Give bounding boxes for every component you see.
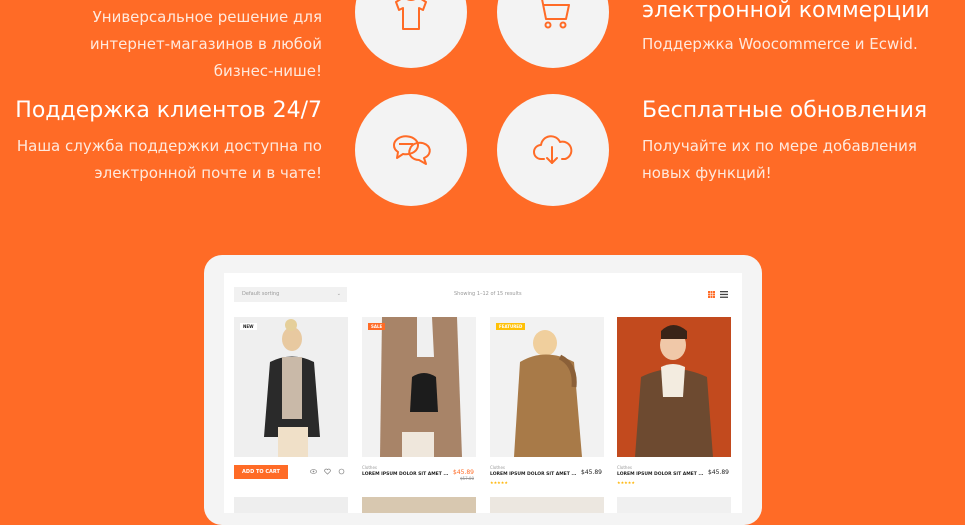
chevron-down-icon: ⌄ <box>336 291 341 297</box>
feature-universal-circle <box>355 0 467 68</box>
product-card[interactable]: SALE Clothes LOREM IPSUM DOLOR SIT AMET … <box>362 317 476 481</box>
product-card[interactable]: FEATURED Clothes LOREM IPSUM DOLOR SIT A… <box>490 317 604 485</box>
product-card-row2 <box>617 497 731 513</box>
product-card-row2 <box>234 497 348 513</box>
product-image[interactable] <box>617 317 731 457</box>
tshirt-icon <box>395 0 427 30</box>
feature-support-text: Поддержка клиентов 24/7 Наша служба подд… <box>15 98 322 187</box>
feature-updates-circle <box>497 94 609 206</box>
product-image[interactable]: FEATURED <box>490 317 604 457</box>
product-old-price: $57.00 <box>460 476 474 481</box>
product-image[interactable]: SALE <box>362 317 476 457</box>
product-image[interactable]: NEW <box>234 317 348 457</box>
list-view-icon[interactable] <box>720 291 728 298</box>
feature-updates-desc: Получайте их по мере добавления новых фу… <box>642 137 917 182</box>
product-badge: FEATURED <box>496 323 526 330</box>
feature-ecommerce-title: электронной коммерции <box>642 0 930 23</box>
feature-updates-text: Бесплатные обновления Получайте их по ме… <box>642 98 927 187</box>
product-photo <box>380 317 462 457</box>
product-card-row2 <box>362 497 476 513</box>
feature-support-desc: Наша служба поддержки доступна по электр… <box>16 137 322 182</box>
shop-screen: Default sorting ⌄ Showing 1–12 of 15 res… <box>224 273 742 513</box>
feature-ecommerce-text: электронной коммерции Поддержка Woocomme… <box>642 0 930 58</box>
product-photo <box>264 319 320 457</box>
eye-icon[interactable] <box>310 468 317 475</box>
product-badge: SALE <box>368 323 386 330</box>
feature-support-circle <box>355 94 467 206</box>
sort-select[interactable]: Default sorting ⌄ <box>234 287 347 302</box>
chat-bubbles-icon <box>393 135 431 165</box>
product-price: $45.89 $57.00 <box>453 469 474 481</box>
cloud-download-icon <box>533 135 573 164</box>
product-badge: NEW <box>240 323 257 330</box>
product-rating: ★★★★★ <box>490 480 508 485</box>
add-to-cart-button[interactable]: ADD TO CART <box>234 465 288 479</box>
product-rating: ★★★★★ <box>617 480 635 485</box>
product-card[interactable]: NEW <box>234 317 348 457</box>
compare-icon[interactable] <box>338 468 345 475</box>
feature-ecommerce-desc: Поддержка Woocommerce и Ecwid. <box>642 35 918 53</box>
grid-view-icon[interactable] <box>708 291 715 298</box>
product-card[interactable]: Clothes LOREM IPSUM DOLOR SIT AMET ... ★… <box>617 317 731 485</box>
feature-universal-text: Универсальное решение для интернет-магаз… <box>90 4 322 85</box>
feature-universal-desc: Универсальное решение для интернет-магаз… <box>89 8 322 80</box>
product-card-row2 <box>490 497 604 513</box>
feature-updates-title: Бесплатные обновления <box>642 98 928 123</box>
product-price: $45.89 <box>581 469 602 476</box>
product-photo <box>514 330 582 457</box>
product-price: $45.89 <box>708 469 729 476</box>
heart-icon[interactable] <box>324 468 331 475</box>
feature-support-title: Поддержка клиентов 24/7 <box>15 98 322 123</box>
results-count: Showing 1–12 of 15 results <box>454 291 522 297</box>
product-photo <box>635 325 713 457</box>
feature-ecommerce-circle <box>497 0 609 68</box>
cart-icon <box>536 0 570 29</box>
